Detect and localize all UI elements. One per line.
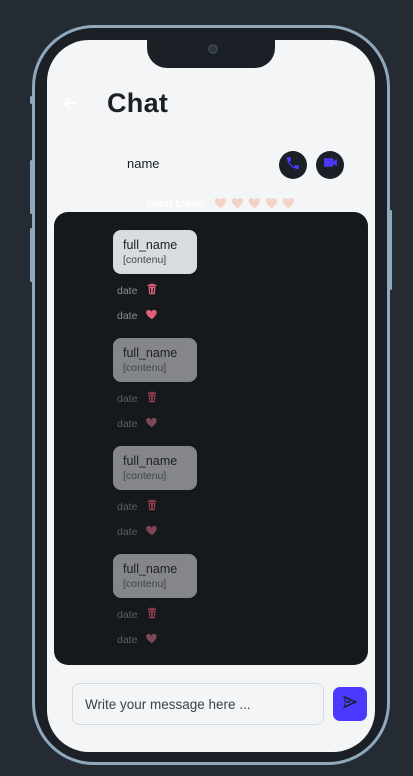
message-item: full_name [contenu] date date [113,446,197,541]
message-date: date [117,393,138,405]
message-date: date [117,501,138,513]
message-bubble[interactable]: full_name [contenu] [113,230,197,274]
message-date: date [117,526,138,538]
message-date: date [117,609,138,621]
heart-icon[interactable] [145,307,159,326]
message-bubble[interactable]: full_name [contenu] [113,338,197,382]
message-like-row: date [117,307,197,325]
message-item: full_name [contenu] date date [113,338,197,433]
message-author: full_name [123,345,178,360]
heart-icon[interactable] [145,631,159,650]
message-content: [contenu] [123,469,167,482]
message-input[interactable] [72,683,324,725]
phone-volume-up [30,160,33,214]
most-likes-label: Most Likes [147,198,204,210]
phone-side-button [30,96,33,104]
message-content: [contenu] [123,361,167,374]
arrow-left-icon[interactable] [61,94,79,112]
heart-icon [213,195,229,213]
heart-icon [247,195,263,213]
send-icon [341,693,359,716]
trash-icon[interactable] [145,606,159,625]
heart-icon [264,195,280,213]
message-like-row: date [117,415,197,433]
call-button[interactable] [279,151,307,179]
front-camera [208,44,218,54]
phone-icon [285,155,301,176]
message-delete-row: date [117,606,197,624]
message-delete-row: date [117,282,197,300]
trash-icon[interactable] [145,390,159,409]
video-call-button[interactable] [316,151,344,179]
message-list[interactable]: full_name [contenu] date date full_name [cont… [54,212,368,665]
message-author: full_name [123,453,178,468]
heart-icon[interactable] [145,523,159,542]
video-camera-icon [322,154,339,176]
send-button[interactable] [333,687,367,721]
page-title: Chat [107,88,169,118]
message-bubble[interactable]: full_name [contenu] [113,446,197,490]
trash-icon[interactable] [145,282,159,301]
likes-hearts [213,195,297,213]
message-like-row: date [117,631,197,649]
message-date: date [117,285,138,297]
heart-icon [230,195,246,213]
message-content: [contenu] [123,577,167,590]
message-date: date [117,310,138,322]
message-author: full_name [123,237,178,252]
phone-power-button [389,210,392,290]
contact-name: name [127,156,160,171]
message-content: [contenu] [123,253,167,266]
message-date: date [117,634,138,646]
message-date: date [117,418,138,430]
message-item: full_name [contenu] date date [113,554,197,649]
phone-volume-down [30,228,33,282]
notch [147,40,275,68]
heart-icon [281,195,297,213]
message-item: full_name [contenu] date date [113,230,197,325]
heart-icon[interactable] [145,415,159,434]
message-delete-row: date [117,498,197,516]
message-bubble[interactable]: full_name [contenu] [113,554,197,598]
app-screen: Chat name Most Likes full_name [contenu] d… [47,40,375,752]
message-delete-row: date [117,390,197,408]
most-likes: Most Likes [147,195,297,213]
message-author: full_name [123,561,178,576]
trash-icon[interactable] [145,498,159,517]
message-like-row: date [117,523,197,541]
